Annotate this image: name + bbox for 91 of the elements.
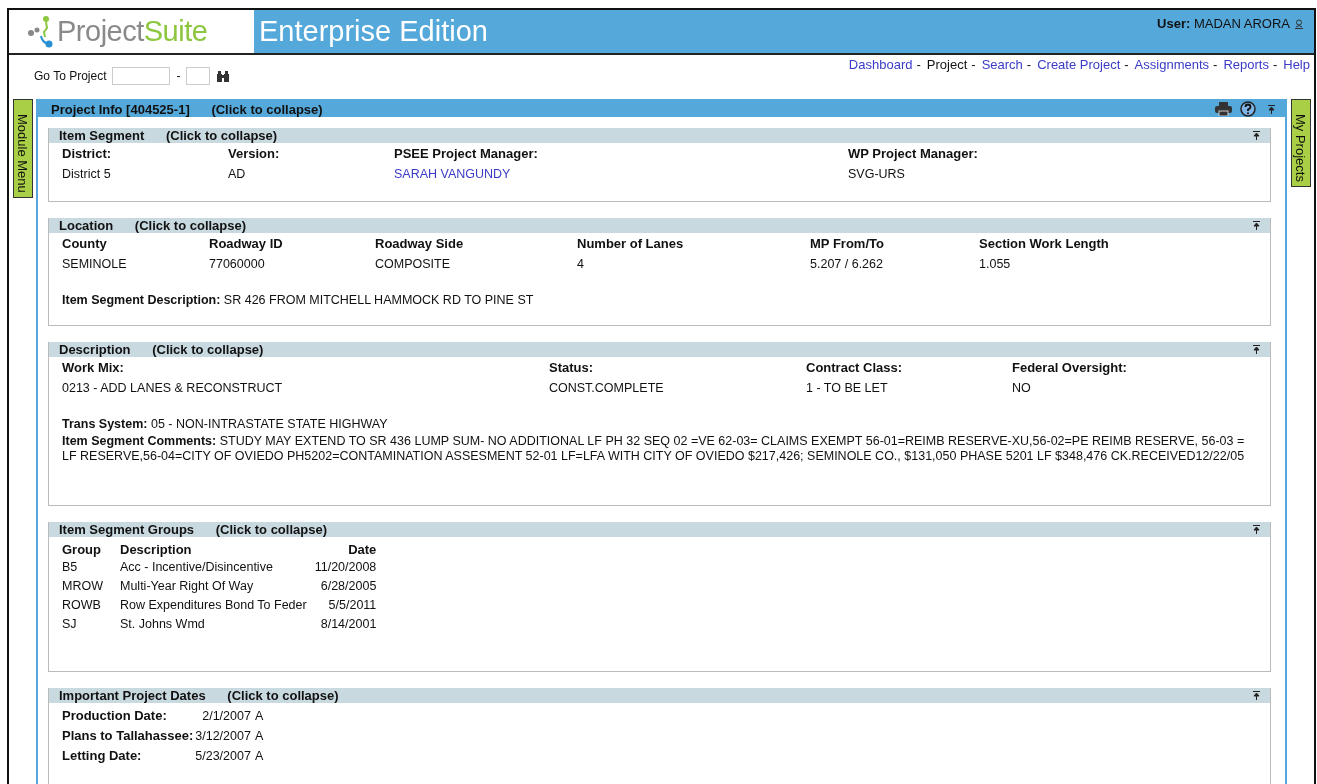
field-label: County [62,236,108,251]
field-value: AD [228,167,247,181]
user-name: User: MADAN ARORA [1157,16,1290,31]
help-icon[interactable] [1240,101,1256,117]
nav-link[interactable]: Create Project [1037,57,1121,99]
table-cell: B5 [62,559,120,578]
user-icon[interactable] [1294,19,1304,29]
nav-link[interactable]: Reports [1223,57,1269,99]
print-icon[interactable] [1215,102,1232,116]
date-status-text: A [254,707,265,725]
table-cell: Acc - Incentive/Disincentive [120,559,315,578]
table-cell-text: 6/28/2005 [319,578,378,595]
table-cell-text: Row Expenditures Bond To Feder [120,597,308,614]
separator-text: - [176,69,181,83]
field-value: 1.055 [979,257,1012,271]
field-label: WP Project Manager: [848,146,979,161]
date-label: Letting Date: [62,747,196,767]
field-label: Contract Class: [806,360,904,375]
collapse-icon[interactable] [1268,104,1275,114]
field-value: COMPOSITE [375,257,451,271]
table-cell-text: 5/5/2011 [327,597,378,614]
brand-name: ProjectSuite [57,15,208,48]
field-value: CONST.COMPLETE [549,381,665,395]
field-value: 77060000 [209,257,266,271]
binoculars-icon[interactable] [216,70,231,82]
nav-separator: - [1213,57,1218,74]
field-label: MP From/To [810,236,885,251]
date-value: 5/23/2007 [195,747,255,767]
field-label: Status: [549,360,595,375]
detail-line: Item Segment Description: SR 426 FROM MITCHELL HAMMOCK RD TO PINE ST [62,293,535,308]
field-value: NO [1012,381,1032,395]
section-title[interactable]: Location (Click to collapse) [59,218,247,233]
collapse-icon[interactable] [1253,345,1260,354]
table-cell: SJ [62,616,120,635]
field-value: SEMINOLE [62,257,128,271]
nav-separator: - [916,57,921,74]
module-menu-tab[interactable]: Module Menu [12,99,33,198]
nav-link[interactable]: Help [1283,57,1310,99]
project-suffix-field[interactable] [186,67,211,85]
detail-line: Trans System: 05 - NON-INTRASTATE STATE HIGHWAY [62,417,389,432]
nav-link[interactable]: Search [981,57,1023,99]
table-cell-text: St. Johns Wmd [120,616,206,633]
field-value: 4 [577,257,585,271]
go-to-project-label: Go To Project [34,69,107,83]
section-title[interactable]: Description (Click to collapse) [59,342,264,357]
table-cell-text: Multi-Year Right Of Way [120,578,255,595]
collapse-icon[interactable] [1253,691,1260,700]
date-label: Production Date: [62,707,168,725]
field-label: Roadway Side [375,236,465,251]
collapse-icon[interactable] [1253,221,1260,230]
field-link[interactable]: SARAH VANGUNDY [394,167,848,181]
field-label: Section Work Length [979,236,1110,251]
table-cell-text: ROWB [62,597,102,614]
date-status-text: A [254,727,265,745]
logo-icon [27,15,53,48]
field-value: 5.207 / 6.262 [810,257,884,271]
nav-link[interactable]: Dashboard [848,57,913,99]
detail-line: Item Segment Comments: STUDY MAY EXTEND TO SR 436 LUMP SUM- NO ADDITIONAL LF PH 32 SEQ 02 =VE 62-03= CLAIMS EXEMPT 56-01=REIMB RESERVE-XU,56-02=PE REIMB RESERVE, 56-03 = LF RESERVE,56-04=CITY OF OVIEDO PH5202=CONTAMINATION ASSESMENT 52-01 LF=LFA WITH CITY OF OVIEDO $217,426; SEMINOLE CO., $131,050 PHASE 5201 LF $348,476 CK.RECEIVED12/22/05 [62,434,1246,464]
section-title[interactable]: Item Segment (Click to collapse) [59,128,278,143]
edition-title: Enterprise Edition [258,14,488,49]
date-label: Plans to Tallahassee: [62,727,195,745]
nav-separator: - [1124,57,1129,74]
nav-link[interactable]: Project [926,57,968,99]
date-value: 3/12/2007 [195,727,255,747]
field-label: Work Mix: [62,360,125,375]
table-cell-text: 8/14/2001 [319,616,378,633]
field-value: SVG-URS [848,167,906,181]
column-header: Description [120,541,193,559]
field-label: Federal Oversight: [1012,360,1128,375]
nav-separator: - [1272,57,1278,74]
collapse-icon[interactable] [1253,525,1260,534]
field-value: 0213 - ADD LANES & RECONSTRUCT [62,381,284,395]
field-value: District 5 [62,167,112,181]
field-label: Roadway ID [209,236,284,251]
nav-link[interactable]: Assignments [1134,57,1210,99]
project-number-field[interactable] [112,67,171,85]
table-cell-text: MROW [62,578,104,595]
date-value: 2/1/2007 [195,707,255,727]
date-status-text: A [254,747,265,765]
column-header: Date [347,541,378,559]
field-value: 1 - TO BE LET [806,381,889,395]
field-label: PSEE Project Manager: [394,146,539,161]
collapse-icon[interactable] [1253,131,1260,140]
field-label: District: [62,146,113,161]
column-header: Group [62,541,120,559]
nav-separator: - [1026,57,1032,74]
field-label: Number of Lanes [577,236,685,251]
my-projects-tab[interactable]: My Projects [1290,99,1311,187]
table-cell-text: 11/20/2008 [314,559,378,576]
field-label: Version: [228,146,281,161]
nav-separator: - [971,57,976,74]
